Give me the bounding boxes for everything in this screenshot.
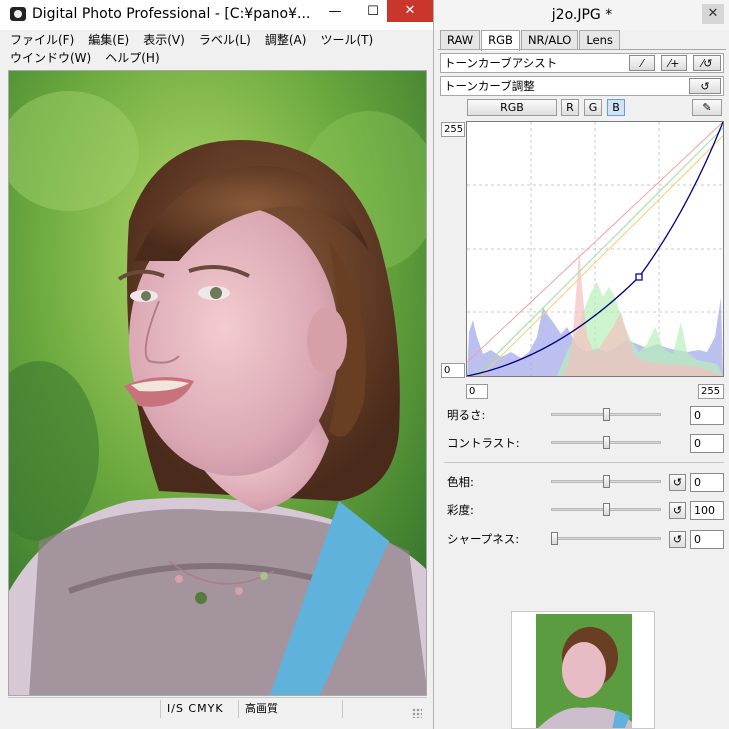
menu-label[interactable]: ラベル(L): [199, 31, 251, 49]
channel-b-button[interactable]: B: [607, 99, 625, 116]
navigator-thumbnail[interactable]: [511, 611, 655, 729]
curve-x-min: 0: [466, 384, 488, 399]
tone-curve-adjust-label: トーンカーブ調整: [444, 79, 535, 93]
saturation-reset-icon[interactable]: ↺: [669, 502, 686, 519]
menu-tools[interactable]: ツール(T): [320, 31, 373, 49]
brightness-value[interactable]: 0: [690, 406, 724, 425]
menu-adjust[interactable]: 調整(A): [265, 31, 307, 49]
maximize-button[interactable]: ☐: [356, 0, 390, 24]
contrast-label: コントラスト:: [447, 436, 520, 450]
hue-slider-thumb[interactable]: [602, 475, 610, 488]
tab-lens[interactable]: Lens: [579, 30, 620, 50]
curve-reset-icon[interactable]: ⁄↺: [693, 55, 721, 71]
main-window: Digital Photo Professional - [C:¥pano¥..…: [0, 0, 433, 729]
channel-rgb-button[interactable]: RGB: [467, 99, 557, 116]
minimize-button[interactable]: —: [318, 0, 352, 24]
status-quality: 高画質: [238, 700, 342, 718]
sharpness-value[interactable]: 0: [690, 530, 724, 549]
saturation-label: 彩度:: [447, 503, 474, 517]
hue-value[interactable]: 0: [690, 473, 724, 492]
menu-view[interactable]: 表示(V): [143, 31, 185, 49]
sharpness-reset-icon[interactable]: ↺: [669, 531, 686, 548]
status-color-mode: I/S CMYK: [160, 700, 238, 718]
palette-close-button[interactable]: ✕: [702, 4, 724, 24]
sharpness-label: シャープネス:: [447, 532, 520, 546]
curve-add-icon[interactable]: ⁄+: [661, 55, 687, 71]
eyedropper-icon[interactable]: ✎: [692, 99, 722, 116]
channel-g-button[interactable]: G: [584, 99, 602, 116]
curve-straight-icon[interactable]: ⁄: [629, 55, 655, 71]
channel-r-button[interactable]: R: [561, 99, 579, 116]
tone-curve-graph[interactable]: [466, 121, 724, 377]
tone-curve-assist-label: トーンカーブアシスト: [444, 56, 558, 70]
status-empty-cell: [342, 700, 412, 718]
tab-rgb[interactable]: RGB: [481, 30, 520, 51]
channel-selector: RGB R G B ✎: [440, 98, 724, 118]
portrait-photo: [9, 71, 426, 695]
menu-row-2: ウインドウ(W) ヘルプ(H): [10, 49, 430, 67]
menu-edit[interactable]: 編集(E): [88, 31, 129, 49]
close-button[interactable]: ✕: [387, 0, 433, 22]
main-titlebar: Digital Photo Professional - [C:¥pano¥..…: [0, 0, 433, 30]
brightness-label: 明るさ:: [447, 408, 486, 422]
tone-curve-assist-row: トーンカーブアシスト ⁄ ⁄+ ⁄↺: [440, 53, 724, 73]
resize-grip-icon[interactable]: [412, 708, 422, 718]
tab-nr-alo[interactable]: NR/ALO: [520, 30, 579, 50]
menu-window[interactable]: ウインドウ(W): [10, 49, 91, 67]
curve-y-min: 0: [441, 363, 465, 378]
palette-title: j2o.JPG *: [434, 0, 729, 30]
hue-label: 色相:: [447, 475, 474, 489]
curve-x-max: 255: [698, 384, 724, 399]
tone-curve-svg: [466, 121, 724, 377]
tone-reset-icon[interactable]: ↺: [689, 78, 721, 94]
saturation-slider-thumb[interactable]: [602, 503, 610, 516]
menu-help[interactable]: ヘルプ(H): [105, 49, 159, 67]
sharpness-slider-thumb[interactable]: [551, 532, 558, 545]
palette-tabs: RAW RGB NR/ALO Lens: [440, 30, 621, 51]
menu-row-1: ファイル(F) 編集(E) 表示(V) ラベル(L) 調整(A) ツール(T): [10, 31, 430, 49]
curve-y-max: 255: [441, 122, 465, 137]
menubar: ファイル(F) 編集(E) 表示(V) ラベル(L) 調整(A) ツール(T) …: [10, 31, 430, 67]
hue-reset-icon[interactable]: ↺: [669, 474, 686, 491]
curve-control-point[interactable]: [635, 273, 643, 281]
camera-icon: [10, 7, 26, 21]
saturation-value[interactable]: 100: [690, 501, 724, 520]
contrast-slider-thumb[interactable]: [602, 436, 610, 449]
tab-raw[interactable]: RAW: [440, 30, 481, 50]
sharpness-slider-track[interactable]: [551, 537, 661, 540]
status-bar: I/S CMYK 高画質: [8, 697, 427, 719]
thumbnail-photo: [512, 612, 654, 728]
tone-curve-adjust-row: トーンカーブ調整 ↺: [440, 76, 724, 96]
photo-view[interactable]: [8, 70, 427, 696]
menu-file[interactable]: ファイル(F): [10, 31, 74, 49]
brightness-slider-thumb[interactable]: [602, 408, 610, 421]
section-divider: [444, 462, 724, 463]
tabs-divider: [438, 49, 726, 50]
tool-palette: j2o.JPG * ✕ RAW RGB NR/ALO Lens トーンカーブアシ…: [433, 0, 729, 729]
contrast-value[interactable]: 0: [690, 434, 724, 453]
window-title: Digital Photo Professional - [C:¥pano¥..…: [32, 6, 311, 22]
